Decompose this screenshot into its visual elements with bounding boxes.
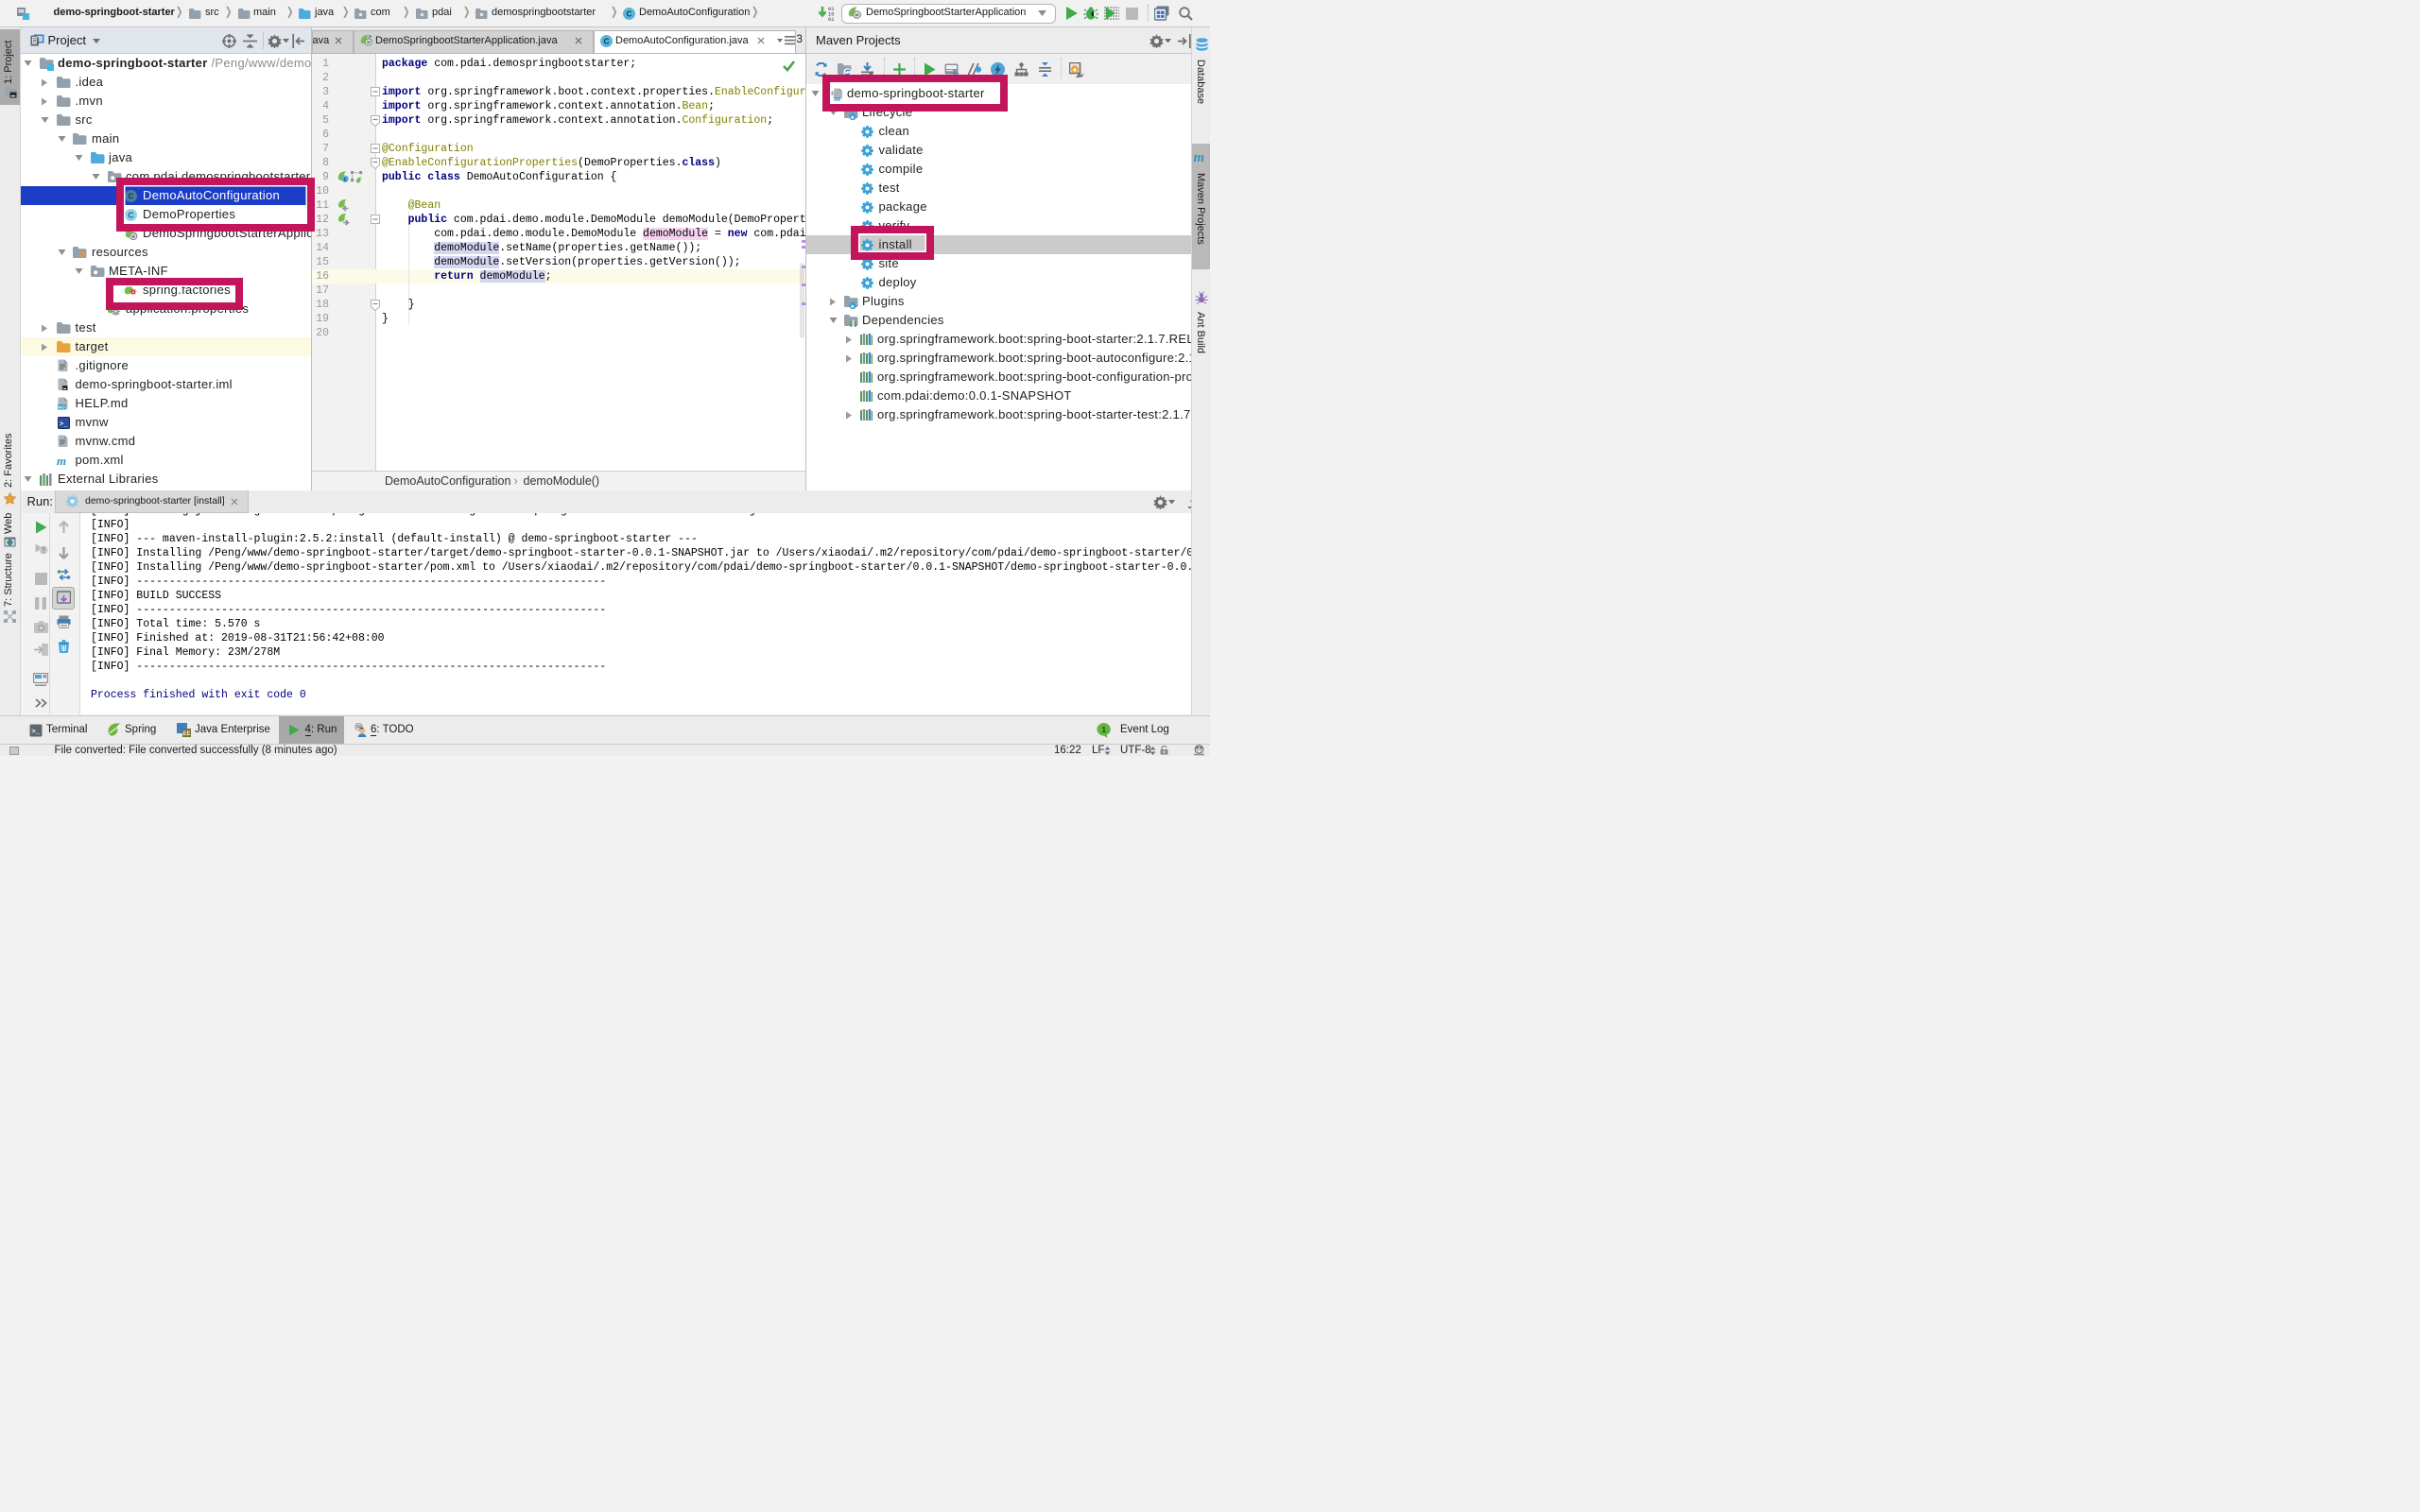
svg-text:MD: MD <box>58 405 65 410</box>
svg-text:1: 1 <box>1101 724 1106 733</box>
svg-text:?: ? <box>41 546 45 555</box>
svg-text:c: c <box>343 177 347 183</box>
svg-text:>_: >_ <box>31 729 41 736</box>
svg-text:01: 01 <box>828 17 834 22</box>
svg-text:>_: >_ <box>60 421 69 428</box>
svg-text:m: m <box>57 455 66 466</box>
svg-text:C: C <box>627 9 632 18</box>
svg-text:C: C <box>604 37 610 45</box>
svg-text:EE: EE <box>182 731 190 737</box>
